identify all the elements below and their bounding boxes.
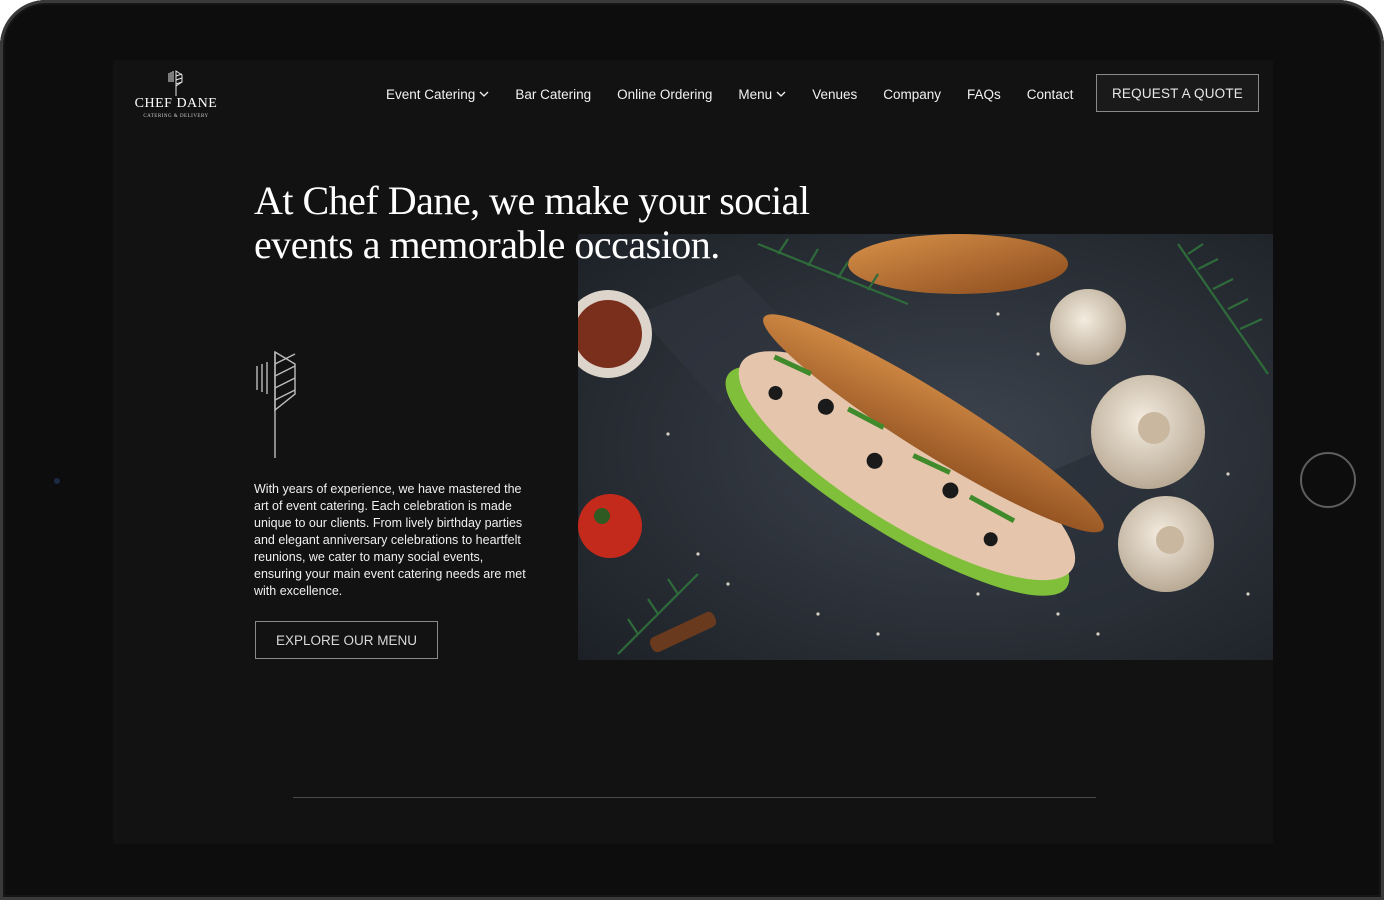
nav-bar-catering[interactable]: Bar Catering xyxy=(515,87,591,102)
nav-company[interactable]: Company xyxy=(883,87,941,102)
hero-description: With years of experience, we have master… xyxy=(254,482,526,598)
brand-logo[interactable]: CHEF DANE CATERING & DELIVERY xyxy=(129,70,223,120)
chevron-down-icon xyxy=(479,91,489,97)
chevron-down-icon xyxy=(776,91,786,97)
nav-label: Bar Catering xyxy=(515,86,592,102)
nav-venues[interactable]: Venues xyxy=(812,87,857,102)
hero-food-image xyxy=(578,234,1273,660)
nav-contact[interactable]: Contact xyxy=(1027,87,1074,102)
nav-label: Event Catering xyxy=(386,86,476,102)
home-button xyxy=(1300,452,1356,508)
nav-label: Online Ordering xyxy=(617,86,713,102)
wheat-logo-icon xyxy=(168,70,183,96)
nav-label: Menu xyxy=(738,86,773,102)
tablet-frame: CHEF DANE CATERING & DELIVERY Event Cate… xyxy=(0,0,1384,900)
nav-menu[interactable]: Menu xyxy=(738,87,786,102)
main-nav: Event Catering Bar Catering Online Order… xyxy=(386,84,1099,104)
hero-headline: At Chef Dane, we make your social events… xyxy=(254,179,874,267)
sandwich-photo-icon xyxy=(578,234,1273,660)
request-quote-button[interactable]: REQUEST A QUOTE xyxy=(1096,74,1259,112)
website-screen: CHEF DANE CATERING & DELIVERY Event Cate… xyxy=(113,60,1273,844)
nav-event-catering[interactable]: Event Catering xyxy=(386,87,489,102)
section-divider xyxy=(293,797,1096,798)
headline-line-1: At Chef Dane, we make your social xyxy=(254,178,810,223)
explore-menu-button[interactable]: EXPLORE OUR MENU xyxy=(255,621,438,659)
nav-label: Venues xyxy=(812,86,858,102)
nav-label: Contact xyxy=(1026,86,1074,102)
brand-tagline: CATERING & DELIVERY xyxy=(143,114,209,119)
brand-name: CHEF DANE xyxy=(134,96,218,111)
nav-label: Company xyxy=(883,86,942,102)
headline-line-2: events a memorable occasion. xyxy=(254,222,720,267)
nav-faqs[interactable]: FAQs xyxy=(967,87,1001,102)
nav-online-ordering[interactable]: Online Ordering xyxy=(617,87,712,102)
camera-dot xyxy=(54,478,60,484)
nav-label: FAQs xyxy=(967,86,1001,102)
wheat-decor-icon xyxy=(256,350,296,458)
